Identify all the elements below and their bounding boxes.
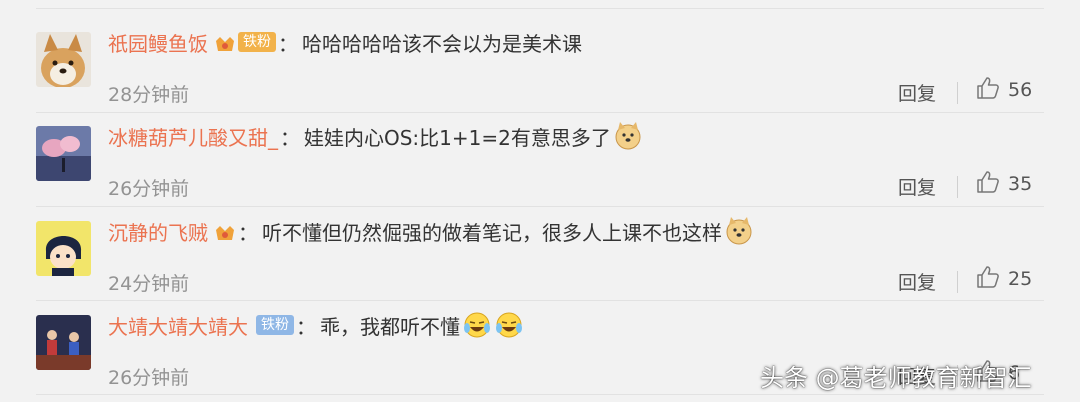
fan-badge[interactable]: 铁粉 [238, 32, 276, 52]
doge-emoji-icon [724, 216, 754, 246]
comment-item: 冰糖葫芦儿酸又甜_ ： 娃娃内心OS:比1+1=2有意思多了 26分钟前 回复 … [0, 116, 1080, 211]
username[interactable]: 大靖大靖大靖大 [108, 311, 248, 340]
username[interactable]: 沉静的飞贼 [108, 217, 208, 246]
comment-line: 大靖大靖大靖大 铁粉 ： 乖，我都听不懂 [108, 305, 524, 345]
vip-crown-icon [214, 34, 236, 54]
doge-emoji-icon [613, 121, 643, 151]
comment-line: 沉静的飞贼 ： 听不懂但仍然倔强的做着笔记，很多人上课不也这样 [108, 211, 754, 251]
avatar[interactable] [36, 126, 91, 181]
divider [36, 206, 1044, 207]
separator [957, 176, 958, 198]
comment-text: 娃娃内心OS:比1+1=2有意思多了 [304, 125, 611, 150]
reply-button[interactable]: 回复 [898, 268, 936, 295]
separator [957, 82, 958, 104]
crying-laugh-emoji-icon [462, 310, 492, 340]
thumbs-up-icon [976, 170, 1000, 198]
like-button[interactable]: 25 [976, 265, 1032, 293]
avatar[interactable] [36, 315, 91, 370]
divider [36, 300, 1044, 301]
thumbs-up-icon [976, 76, 1000, 104]
divider [36, 394, 1044, 395]
divider [36, 112, 1044, 113]
like-button[interactable]: 56 [976, 76, 1032, 104]
comment-time: 24分钟前 [108, 273, 190, 295]
like-count: 35 [1008, 173, 1033, 195]
watermark: 头条 @葛老师教育新智汇 [760, 364, 1032, 392]
comment-item: 沉静的飞贼 ： 听不懂但仍然倔强的做着笔记，很多人上课不也这样 24分钟前 回复… [0, 211, 1080, 306]
comment-time: 28分钟前 [108, 84, 190, 106]
comment-text: 听不懂但仍然倔强的做着笔记，很多人上课不也这样 [262, 220, 722, 245]
thumbs-up-icon [976, 265, 1000, 293]
comment-time: 26分钟前 [108, 178, 190, 200]
like-count: 56 [1008, 79, 1033, 101]
crying-laugh-emoji-icon [494, 310, 524, 340]
like-button[interactable]: 35 [976, 170, 1032, 198]
avatar[interactable] [36, 32, 91, 87]
reply-button[interactable]: 回复 [898, 79, 936, 106]
comment-line: 冰糖葫芦儿酸又甜_ ： 娃娃内心OS:比1+1=2有意思多了 [108, 116, 643, 156]
like-count: 25 [1008, 268, 1033, 290]
avatar[interactable] [36, 221, 91, 276]
comment-item: 祇园鳗鱼饭 铁粉 ： 哈哈哈哈哈该不会以为是美术课 28分钟前 回复 56 [0, 22, 1080, 117]
divider [36, 8, 1044, 9]
username[interactable]: 祇园鳗鱼饭 [108, 28, 208, 57]
comment-text: 哈哈哈哈哈该不会以为是美术课 [302, 31, 582, 56]
comment-line: 祇园鳗鱼饭 铁粉 ： 哈哈哈哈哈该不会以为是美术课 [108, 22, 582, 62]
vip-crown-icon [214, 223, 236, 243]
comment-text: 乖，我都听不懂 [320, 314, 460, 339]
separator [957, 271, 958, 293]
reply-button[interactable]: 回复 [898, 173, 936, 200]
comment-time: 26分钟前 [108, 367, 190, 389]
username[interactable]: 冰糖葫芦儿酸又甜_ [108, 122, 278, 151]
fan-badge[interactable]: 铁粉 [256, 315, 294, 335]
